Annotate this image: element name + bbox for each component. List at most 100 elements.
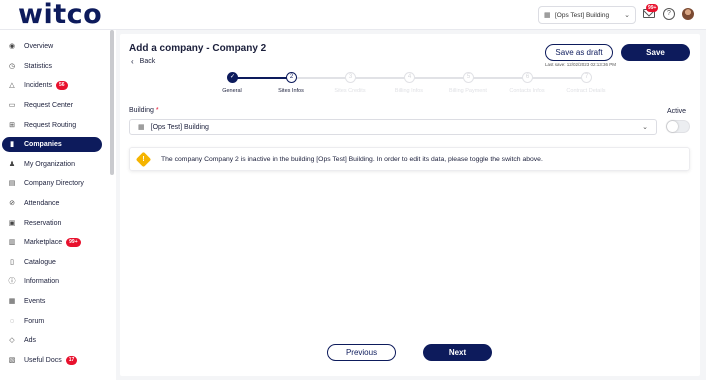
alert-text: The company Company 2 is inactive in the… xyxy=(161,155,543,163)
next-button[interactable]: Next xyxy=(423,344,492,361)
sidebar-item-label: Statistics xyxy=(24,63,53,70)
sidebar-item-label: Catalogue xyxy=(24,259,56,266)
top-bar: witco ▦ [Ops Test] Building ⌄ 99+ ? xyxy=(0,0,706,30)
building-label-text: Building xyxy=(129,107,154,114)
sidebar-item-statistics[interactable]: ◷ Statistics xyxy=(2,59,102,74)
people-icon: ♟ xyxy=(8,160,16,168)
step-sites-credits-label: Sites Credits xyxy=(334,88,366,94)
stepper-line-done xyxy=(233,77,292,79)
step-billing-payment-dot[interactable]: 5 xyxy=(463,72,474,83)
active-label: Active xyxy=(667,108,687,115)
store-icon: ▥ xyxy=(8,238,16,246)
sidebar-item-reservation[interactable]: ▣ Reservation xyxy=(2,216,102,231)
step-billing-infos-dot[interactable]: 4 xyxy=(404,72,415,83)
sidebar-item-label: Ads xyxy=(24,337,37,344)
sidebar-item-ads[interactable]: ◇ Ads xyxy=(2,333,102,348)
step-contract-details-label: Contract Details xyxy=(566,88,606,94)
book-icon: ▯ xyxy=(10,258,14,266)
sidebar-item-label: Request Center xyxy=(24,102,74,109)
last-save-timestamp: Last save: 12/02/2023 02:13:36 PM xyxy=(545,62,617,67)
sidebar: ◉ Overview ◷ Statistics △ Incidents 56 ▭… xyxy=(0,30,116,380)
sidebar-item-forum[interactable]: ◌ Forum xyxy=(2,314,102,329)
save-button[interactable]: Save xyxy=(621,44,690,61)
step-contract-details-dot[interactable]: 7 xyxy=(581,72,592,83)
chevron-left-icon: ‹ xyxy=(131,57,134,66)
building-selector-label: [Ops Test] Building xyxy=(555,11,610,19)
building-selector[interactable]: ▦ [Ops Test] Building ⌄ xyxy=(538,6,636,24)
document-icon: ▧ xyxy=(8,356,16,364)
useful-docs-badge: 17 xyxy=(65,356,78,365)
active-toggle[interactable] xyxy=(666,120,690,133)
step-contacts-infos-dot[interactable]: 6 xyxy=(522,72,533,83)
building-icon: ▮ xyxy=(10,140,14,148)
building-select-value: [Ops Test] Building xyxy=(150,123,209,131)
sidebar-item-incidents[interactable]: △ Incidents 56 xyxy=(2,78,102,93)
sidebar-item-label: Information xyxy=(24,278,60,285)
sidebar-item-label: Request Routing xyxy=(24,122,77,129)
previous-button[interactable]: Previous xyxy=(327,344,396,361)
step-general-label: General xyxy=(222,88,242,94)
chat-icon: ◌ xyxy=(9,317,15,325)
step-contacts-infos-label: Contacts Infos xyxy=(509,88,545,94)
routing-icon: ⊞ xyxy=(9,121,15,129)
sidebar-item-label: Marketplace xyxy=(24,239,63,246)
back-link[interactable]: ‹ Back xyxy=(131,57,155,66)
main-panel: Add a company - Company 2 ‹ Back Save as… xyxy=(120,34,700,376)
building-icon: ▦ xyxy=(544,11,551,19)
sidebar-item-request-center[interactable]: ▭ Request Center xyxy=(2,98,102,113)
sidebar-item-label: Useful Docs xyxy=(24,357,62,364)
sidebar-scrollbar[interactable] xyxy=(110,30,114,175)
directory-icon: ▤ xyxy=(8,179,16,187)
chevron-down-icon: ⌄ xyxy=(642,124,648,131)
calendar-icon: ▣ xyxy=(8,219,16,227)
step-general-dot[interactable]: ✓ xyxy=(227,72,238,83)
eye-icon: ◉ xyxy=(8,42,16,50)
step-sites-credits-dot[interactable]: 3 xyxy=(345,72,356,83)
step-sites-infos-dot[interactable]: 2 xyxy=(286,72,297,83)
sidebar-item-my-organization[interactable]: ♟ My Organization xyxy=(2,157,102,172)
sidebar-item-label: My Organization xyxy=(24,161,75,168)
warning-icon: △ xyxy=(9,81,15,89)
marketplace-badge: 99+ xyxy=(66,238,81,247)
sidebar-item-label: Reservation xyxy=(24,220,62,227)
sidebar-item-label: Overview xyxy=(24,43,54,50)
sidebar-item-label: Forum xyxy=(24,318,45,325)
event-icon: ▦ xyxy=(8,297,16,305)
info-icon: ⓘ xyxy=(8,277,16,285)
sidebar-item-request-routing[interactable]: ⊞ Request Routing xyxy=(2,118,102,133)
back-label: Back xyxy=(139,58,156,65)
sidebar-item-company-directory[interactable]: ▤ Company Directory xyxy=(2,176,102,191)
sidebar-item-label: Companies xyxy=(24,141,62,148)
step-billing-infos-label: Billing Infos xyxy=(394,88,424,94)
sidebar-item-information[interactable]: ⓘ Information xyxy=(2,274,102,289)
avatar[interactable] xyxy=(682,8,694,20)
stepper-line-todo xyxy=(297,77,585,79)
page-title: Add a company - Company 2 xyxy=(129,43,267,54)
sidebar-item-label: Attendance xyxy=(24,200,60,207)
tag-icon: ◇ xyxy=(9,336,15,344)
step-billing-payment-label: Billing Payment xyxy=(449,88,487,94)
message-icon: ▭ xyxy=(8,101,16,109)
sidebar-item-overview[interactable]: ◉ Overview xyxy=(2,39,102,54)
sidebar-item-events[interactable]: ▦ Events xyxy=(2,294,102,309)
building-icon: ▦ xyxy=(138,124,145,131)
witco-logo[interactable]: witco xyxy=(18,0,102,30)
sidebar-item-label: Company Directory xyxy=(24,180,84,187)
chevron-down-icon: ⌄ xyxy=(624,12,630,19)
sidebar-item-catalogue[interactable]: ▯ Catalogue xyxy=(2,255,102,270)
sidebar-item-marketplace[interactable]: ▥ Marketplace 99+ xyxy=(2,235,102,250)
help-icon[interactable]: ? xyxy=(663,8,675,20)
clock-icon: ◷ xyxy=(8,62,16,70)
sidebar-item-label: Events xyxy=(24,298,46,305)
incidents-badge: 56 xyxy=(56,81,68,90)
inactive-alert: ! The company Company 2 is inactive in t… xyxy=(129,147,690,171)
sidebar-item-companies[interactable]: ▮ Companies xyxy=(2,137,102,152)
building-select[interactable]: ▦ [Ops Test] Building ⌄ xyxy=(129,119,657,135)
sidebar-item-attendance[interactable]: ⊘ Attendance xyxy=(2,196,102,211)
check-circle-icon: ⊘ xyxy=(9,199,15,207)
building-field-label: Building * xyxy=(129,107,159,114)
sidebar-item-useful-docs[interactable]: ▧ Useful Docs 17 xyxy=(2,353,102,368)
step-sites-infos-label: Sites Infos xyxy=(278,88,304,94)
required-mark: * xyxy=(155,107,159,114)
save-as-draft-button[interactable]: Save as draft xyxy=(545,44,613,61)
